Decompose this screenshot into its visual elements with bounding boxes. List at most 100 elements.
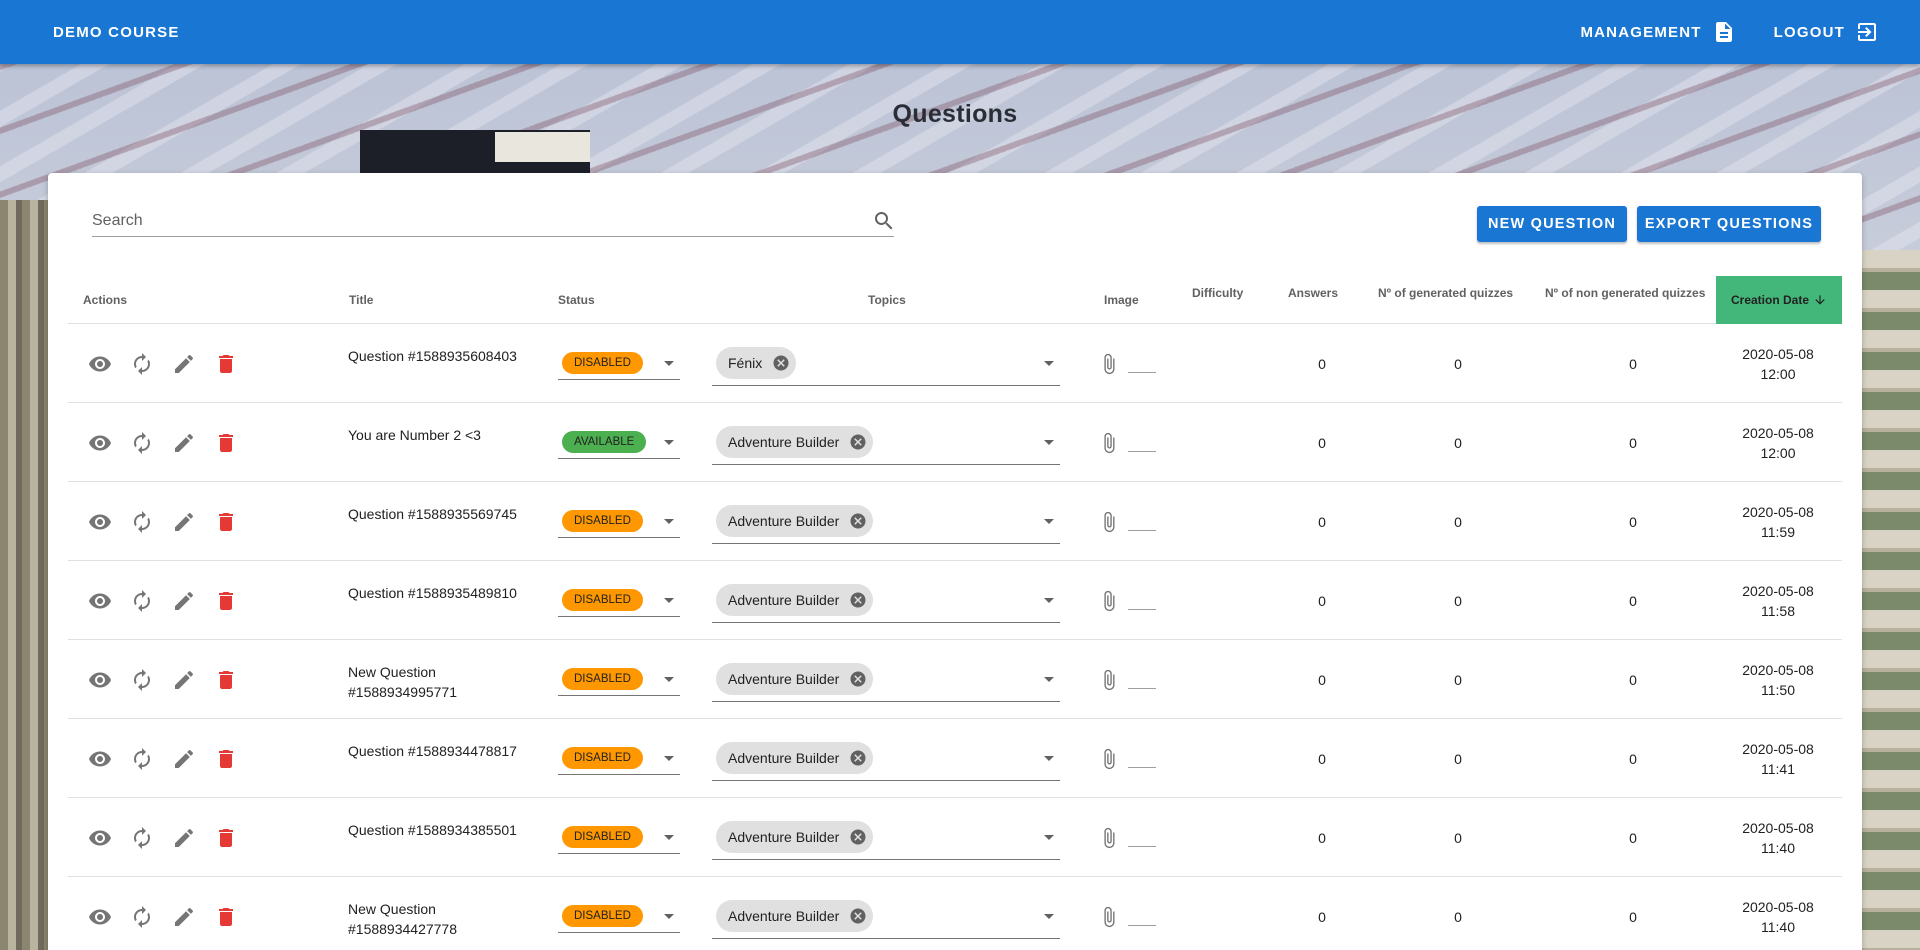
dropdown-arrow-icon[interactable] [664,518,674,524]
topics-select[interactable]: Adventure Builder [712,798,1060,877]
close-circle-icon[interactable] [849,512,867,530]
paperclip-icon[interactable] [1098,906,1120,928]
eye-icon[interactable] [88,826,112,850]
status-select-box[interactable]: AVAILABLE [558,427,680,459]
new-question-button[interactable]: NEW QUESTION [1477,206,1627,242]
paperclip-icon[interactable] [1098,669,1120,691]
dropdown-arrow-icon[interactable] [664,597,674,603]
question-title[interactable]: Question #1588935569745 [348,482,548,561]
search-icon[interactable] [872,209,896,233]
edit-icon[interactable] [172,826,196,850]
delete-icon[interactable] [214,747,238,771]
export-questions-button[interactable]: EXPORT QUESTIONS [1637,206,1821,242]
eye-icon[interactable] [88,510,112,534]
edit-icon[interactable] [172,589,196,613]
edit-icon[interactable] [172,510,196,534]
status-select-box[interactable]: DISABLED [558,664,680,696]
status-select-box[interactable]: DISABLED [558,822,680,854]
header-title[interactable]: Title [349,276,373,324]
question-title[interactable]: Question #1588934385501 [348,798,548,877]
topics-select[interactable]: Adventure Builder [712,482,1060,561]
image-upload[interactable] [1098,719,1158,798]
status-select-box[interactable]: DISABLED [558,585,680,617]
image-upload[interactable] [1098,403,1158,482]
topics-select-box[interactable]: Adventure Builder [712,421,1060,465]
refresh-icon[interactable] [130,826,154,850]
question-title[interactable]: New Question #1588934995771 [348,640,548,719]
eye-icon[interactable] [88,668,112,692]
search-input[interactable] [92,211,832,230]
topics-select-box[interactable]: Adventure Builder [712,816,1060,860]
close-circle-icon[interactable] [849,670,867,688]
eye-icon[interactable] [88,747,112,771]
image-file-field[interactable] [1128,750,1156,768]
status-select[interactable]: AVAILABLE [558,403,680,482]
status-select-box[interactable]: DISABLED [558,901,680,933]
paperclip-icon[interactable] [1098,511,1120,533]
status-select[interactable]: DISABLED [558,640,680,719]
dropdown-arrow-icon[interactable] [664,834,674,840]
dropdown-arrow-icon[interactable] [664,360,674,366]
status-select-box[interactable]: DISABLED [558,743,680,775]
dropdown-arrow-icon[interactable] [1044,913,1054,919]
delete-icon[interactable] [214,589,238,613]
question-title[interactable]: New Question #1588934427778 [348,877,548,950]
paperclip-icon[interactable] [1098,353,1120,375]
image-upload[interactable] [1098,877,1158,950]
dropdown-arrow-icon[interactable] [1044,676,1054,682]
topics-select[interactable]: Adventure Builder [712,640,1060,719]
status-select[interactable]: DISABLED [558,561,680,640]
close-circle-icon[interactable] [849,749,867,767]
image-file-field[interactable] [1128,434,1156,452]
close-circle-icon[interactable] [849,828,867,846]
image-upload[interactable] [1098,640,1158,719]
course-brand[interactable]: DEMO COURSE [53,24,180,41]
delete-icon[interactable] [214,510,238,534]
header-topics[interactable]: Topics [868,276,906,324]
close-circle-icon[interactable] [772,354,790,372]
eye-icon[interactable] [88,352,112,376]
header-non-generated-quizzes[interactable]: Nº of non generated quizzes [1545,276,1705,324]
paperclip-icon[interactable] [1098,748,1120,770]
edit-icon[interactable] [172,431,196,455]
dropdown-arrow-icon[interactable] [664,676,674,682]
image-upload[interactable] [1098,561,1158,640]
dropdown-arrow-icon[interactable] [1044,439,1054,445]
dropdown-arrow-icon[interactable] [1044,360,1054,366]
refresh-icon[interactable] [130,747,154,771]
header-answers[interactable]: Answers [1288,276,1338,324]
edit-icon[interactable] [172,668,196,692]
dropdown-arrow-icon[interactable] [664,913,674,919]
topics-select-box[interactable]: Adventure Builder [712,500,1060,544]
status-select[interactable]: DISABLED [558,798,680,877]
image-file-field[interactable] [1128,592,1156,610]
paperclip-icon[interactable] [1098,432,1120,454]
header-difficulty[interactable]: Difficulty [1192,276,1243,324]
delete-icon[interactable] [214,431,238,455]
dropdown-arrow-icon[interactable] [1044,518,1054,524]
refresh-icon[interactable] [130,352,154,376]
close-circle-icon[interactable] [849,907,867,925]
status-select[interactable]: DISABLED [558,324,680,403]
status-select-box[interactable]: DISABLED [558,506,680,538]
image-file-field[interactable] [1128,671,1156,689]
topics-select[interactable]: Adventure Builder [712,561,1060,640]
topics-select[interactable]: Adventure Builder [712,877,1060,950]
edit-icon[interactable] [172,352,196,376]
image-upload[interactable] [1098,798,1158,877]
edit-icon[interactable] [172,905,196,929]
dropdown-arrow-icon[interactable] [1044,834,1054,840]
refresh-icon[interactable] [130,510,154,534]
refresh-icon[interactable] [130,905,154,929]
image-upload[interactable] [1098,482,1158,561]
topics-select-box[interactable]: Fénix [712,342,1060,386]
image-upload[interactable] [1098,324,1158,403]
header-image[interactable]: Image [1104,276,1139,324]
dropdown-arrow-icon[interactable] [664,439,674,445]
dropdown-arrow-icon[interactable] [664,755,674,761]
image-file-field[interactable] [1128,513,1156,531]
image-file-field[interactable] [1128,829,1156,847]
topics-select-box[interactable]: Adventure Builder [712,579,1060,623]
question-title[interactable]: Question #1588934478817 [348,719,548,798]
dropdown-arrow-icon[interactable] [1044,755,1054,761]
